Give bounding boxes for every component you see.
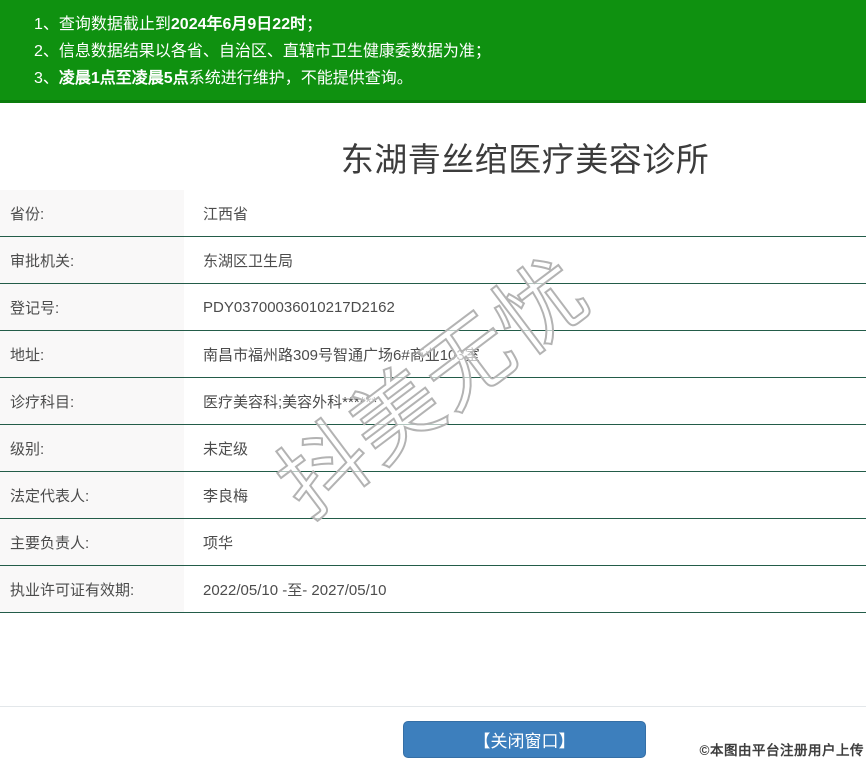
table-row: 登记号: PDY03700036010217D2162 — [0, 284, 866, 331]
notice-text: 3、 — [34, 70, 59, 87]
table-row: 诊疗科目: 医疗美容科;美容外科****** — [0, 378, 866, 425]
notice-bold-text: 2024年6月9日22时 — [170, 16, 307, 33]
notice-line-3: 3、凌晨1点至凌晨5点系统进行维护，不能提供查询。 — [0, 65, 866, 92]
notice-text: 系统进行维护，不能提供查询。 — [188, 70, 413, 87]
row-value: 2022/05/10 -至- 2027/05/10 — [203, 581, 387, 599]
table-row: 地址: 南昌市福州路309号智通广场6#商业103室 — [0, 331, 866, 378]
row-value: PDY03700036010217D2162 — [203, 298, 395, 316]
row-value: 医疗美容科;美容外科****** — [203, 393, 378, 411]
row-label: 省份: — [0, 190, 184, 236]
table-row: 主要负责人: 项华 — [0, 519, 866, 566]
notice-line-1: 1、查询数据截止到2024年6月9日22时； — [0, 11, 866, 38]
row-value: 东湖区卫生局 — [203, 252, 294, 270]
notice-bold-text: 凌晨1点至凌晨5点 — [58, 70, 189, 87]
row-value: 南昌市福州路309号智通广场6#商业103室 — [203, 346, 480, 364]
table-row: 省份: 江西省 — [0, 190, 866, 237]
footer-divider — [0, 706, 866, 707]
notice-text: 2、信息数据结果以各省、自治区、直辖市卫生健康委数据为准； — [34, 43, 491, 60]
notice-text: 1、查询数据截止到 — [34, 16, 171, 33]
table-row: 级别: 未定级 — [0, 425, 866, 472]
copyright-stamp: ©本图由平台注册用户上传 — [699, 743, 864, 758]
row-label: 主要负责人: — [0, 519, 184, 565]
row-value: 江西省 — [203, 205, 249, 223]
notice-text: ； — [306, 16, 323, 33]
row-label: 登记号: — [0, 284, 184, 330]
close-window-button[interactable]: 【关闭窗口】 — [403, 721, 646, 758]
row-value: 李良梅 — [203, 487, 249, 505]
row-label: 法定代表人: — [0, 472, 184, 518]
table-row: 执业许可证有效期: 2022/05/10 -至- 2027/05/10 — [0, 566, 866, 613]
row-label: 诊疗科目: — [0, 378, 184, 424]
notice-line-2: 2、信息数据结果以各省、自治区、直辖市卫生健康委数据为准； — [0, 38, 866, 65]
row-label: 审批机关: — [0, 237, 184, 283]
page-title: 东湖青丝绾医疗美容诊所 — [340, 141, 710, 178]
row-value: 未定级 — [203, 440, 249, 458]
info-table: 省份: 江西省审批机关: 东湖区卫生局登记号: PDY03700036010217D2… — [0, 190, 866, 613]
table-row: 审批机关: 东湖区卫生局 — [0, 237, 866, 284]
row-label: 地址: — [0, 331, 184, 377]
notice-banner: 1、查询数据截止到2024年6月9日22时； 2、信息数据结果以各省、自治区、直… — [0, 0, 866, 103]
table-row: 法定代表人: 李良梅 — [0, 472, 866, 519]
row-label: 执业许可证有效期: — [0, 566, 184, 612]
row-value: 项华 — [203, 534, 234, 552]
row-label: 级别: — [0, 425, 184, 471]
query-result-page: 1、查询数据截止到2024年6月9日22时； 2、信息数据结果以各省、自治区、直… — [0, 0, 866, 760]
